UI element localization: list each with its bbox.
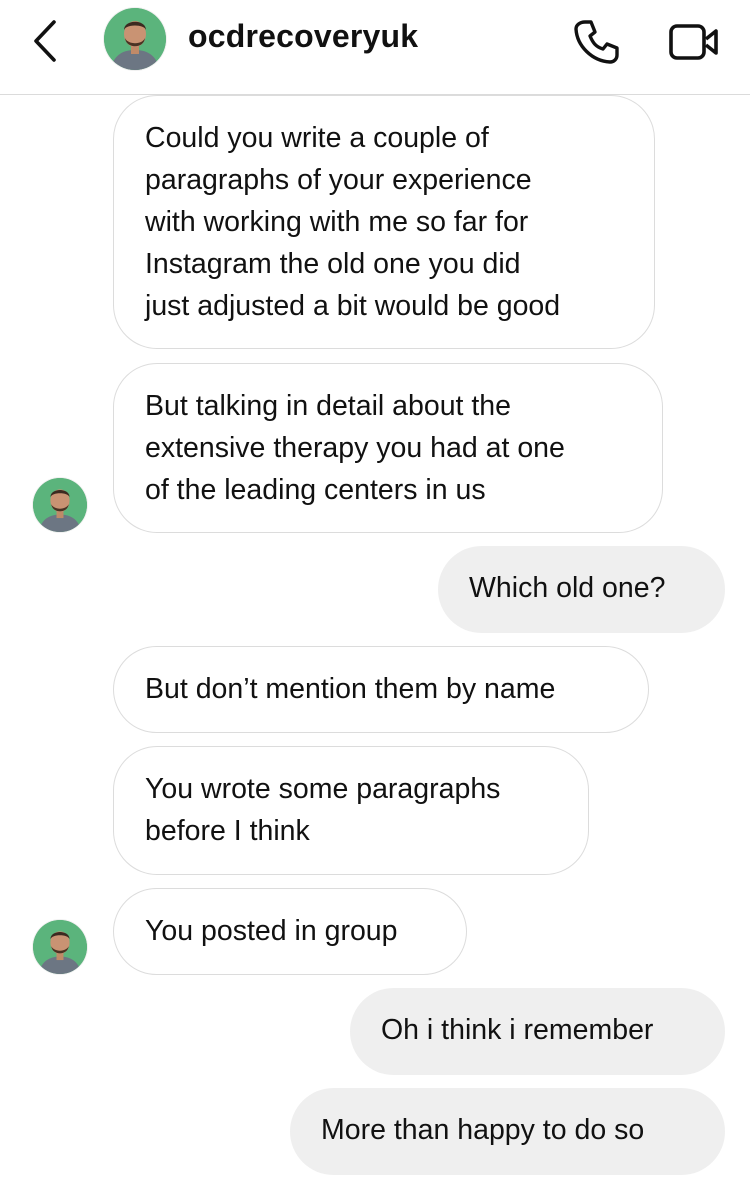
back-button[interactable] bbox=[26, 18, 66, 64]
avatar-photo bbox=[33, 478, 87, 532]
message-bubble-outgoing[interactable]: Oh i think i remember bbox=[350, 988, 725, 1075]
video-camera-icon bbox=[669, 24, 718, 60]
phone-icon bbox=[574, 20, 619, 64]
chat-username[interactable]: ocdrecoveryuk bbox=[188, 18, 418, 55]
audio-call-button[interactable] bbox=[572, 18, 620, 66]
video-call-button[interactable] bbox=[668, 22, 722, 62]
chevron-left-icon bbox=[34, 20, 56, 62]
chat-header: ocdrecoveryuk bbox=[0, 0, 750, 95]
profile-avatar[interactable] bbox=[104, 8, 166, 70]
avatar-photo bbox=[104, 8, 166, 70]
message-bubble-outgoing[interactable]: Which old one? bbox=[438, 546, 725, 633]
message-bubble-incoming[interactable]: Could you write a couple of paragraphs o… bbox=[113, 95, 655, 349]
message-bubble-outgoing[interactable]: More than happy to do so bbox=[290, 1088, 725, 1175]
message-bubble-incoming[interactable]: You posted in group bbox=[113, 888, 467, 975]
message-bubble-incoming[interactable]: But talking in detail about the extensiv… bbox=[113, 363, 663, 533]
sender-avatar[interactable] bbox=[33, 478, 87, 532]
message-bubble-incoming[interactable]: You wrote some paragraphs before I think bbox=[113, 746, 589, 875]
avatar-photo bbox=[33, 920, 87, 974]
message-bubble-incoming[interactable]: But don’t mention them by name bbox=[113, 646, 649, 733]
sender-avatar[interactable] bbox=[33, 920, 87, 974]
